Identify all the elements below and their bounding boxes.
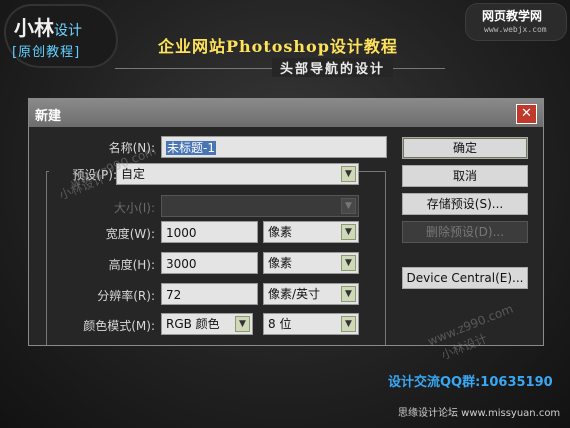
- new-document-dialog: 新建 ✕ 名称(N): 未标题-1 预设(P): 自定 ▼ 大小(I): ▼ 宽…: [28, 98, 544, 346]
- dialog-title: 新建: [35, 109, 62, 124]
- chevron-down-icon: ▼: [341, 286, 356, 302]
- logo-badge: 小林设计 [原创教程]: [6, 6, 116, 66]
- bit-depth-value: 8 位: [268, 317, 292, 331]
- resolution-unit-value: 像素/英寸: [268, 287, 321, 301]
- page-title: 企业网站Photoshop设计教程: [158, 37, 398, 56]
- height-unit-value: 像素: [268, 256, 293, 270]
- size-label: 大小(I):: [114, 201, 155, 215]
- width-input[interactable]: 1000: [161, 221, 258, 243]
- qq-group-text: 设计交流QQ群:10635190: [388, 375, 553, 390]
- color-mode-label: 颜色模式(M):: [83, 319, 155, 333]
- height-input[interactable]: 3000: [161, 252, 258, 274]
- footer-credit: 思缘设计论坛 www.missyuan.com: [398, 408, 561, 419]
- logo-main-text: 小林: [14, 16, 54, 40]
- webjx-logo-name: 网页教学网: [482, 9, 543, 23]
- chevron-down-icon: ▼: [341, 166, 356, 182]
- resolution-label: 分辨率(R):: [97, 289, 155, 303]
- bit-depth-dropdown[interactable]: 8 位 ▼: [263, 313, 359, 335]
- cancel-button[interactable]: 取消: [402, 165, 528, 187]
- device-central-button[interactable]: Device Central(E)...: [402, 267, 528, 289]
- chevron-down-icon: ▼: [341, 224, 356, 240]
- save-preset-button[interactable]: 存储预设(S)...: [402, 193, 528, 215]
- size-dropdown: ▼: [161, 195, 359, 217]
- name-input[interactable]: 未标题-1: [161, 136, 387, 158]
- chevron-down-icon: ▼: [341, 316, 356, 332]
- chevron-down-icon: ▼: [341, 255, 356, 271]
- width-unit-dropdown[interactable]: 像素 ▼: [263, 221, 359, 243]
- logo-accent-text: 设计: [54, 23, 82, 39]
- width-unit-value: 像素: [268, 225, 293, 239]
- preset-label: 预设(P):: [49, 166, 117, 183]
- color-mode-value: RGB 颜色: [166, 317, 220, 331]
- chevron-down-icon: ▼: [235, 316, 250, 332]
- resolution-input[interactable]: 72: [161, 283, 258, 305]
- preset-value: 自定: [121, 167, 146, 181]
- name-label: 名称(N):: [108, 141, 155, 155]
- height-label: 高度(H):: [108, 258, 155, 272]
- resolution-unit-dropdown[interactable]: 像素/英寸 ▼: [263, 283, 359, 305]
- webjx-logo: 网页教学网 www.webjx.com: [466, 4, 566, 40]
- width-label: 宽度(W):: [105, 227, 155, 241]
- name-input-value: 未标题-1: [166, 141, 216, 155]
- logo-sub-text: [原创教程]: [12, 45, 81, 60]
- color-mode-dropdown[interactable]: RGB 颜色 ▼: [161, 313, 253, 335]
- height-unit-dropdown[interactable]: 像素 ▼: [263, 252, 359, 274]
- dialog-titlebar[interactable]: 新建 ✕: [29, 99, 543, 127]
- preset-dropdown[interactable]: 自定 ▼: [116, 163, 359, 185]
- close-button[interactable]: ✕: [516, 104, 537, 124]
- delete-preset-button: 删除预设(D)...: [402, 221, 528, 243]
- chevron-down-icon: ▼: [341, 198, 356, 214]
- webjx-logo-url: www.webjx.com: [484, 25, 547, 34]
- page-subtitle: 头部导航的设计: [272, 58, 394, 77]
- ok-button[interactable]: 确定: [402, 137, 528, 159]
- close-icon: ✕: [521, 106, 532, 121]
